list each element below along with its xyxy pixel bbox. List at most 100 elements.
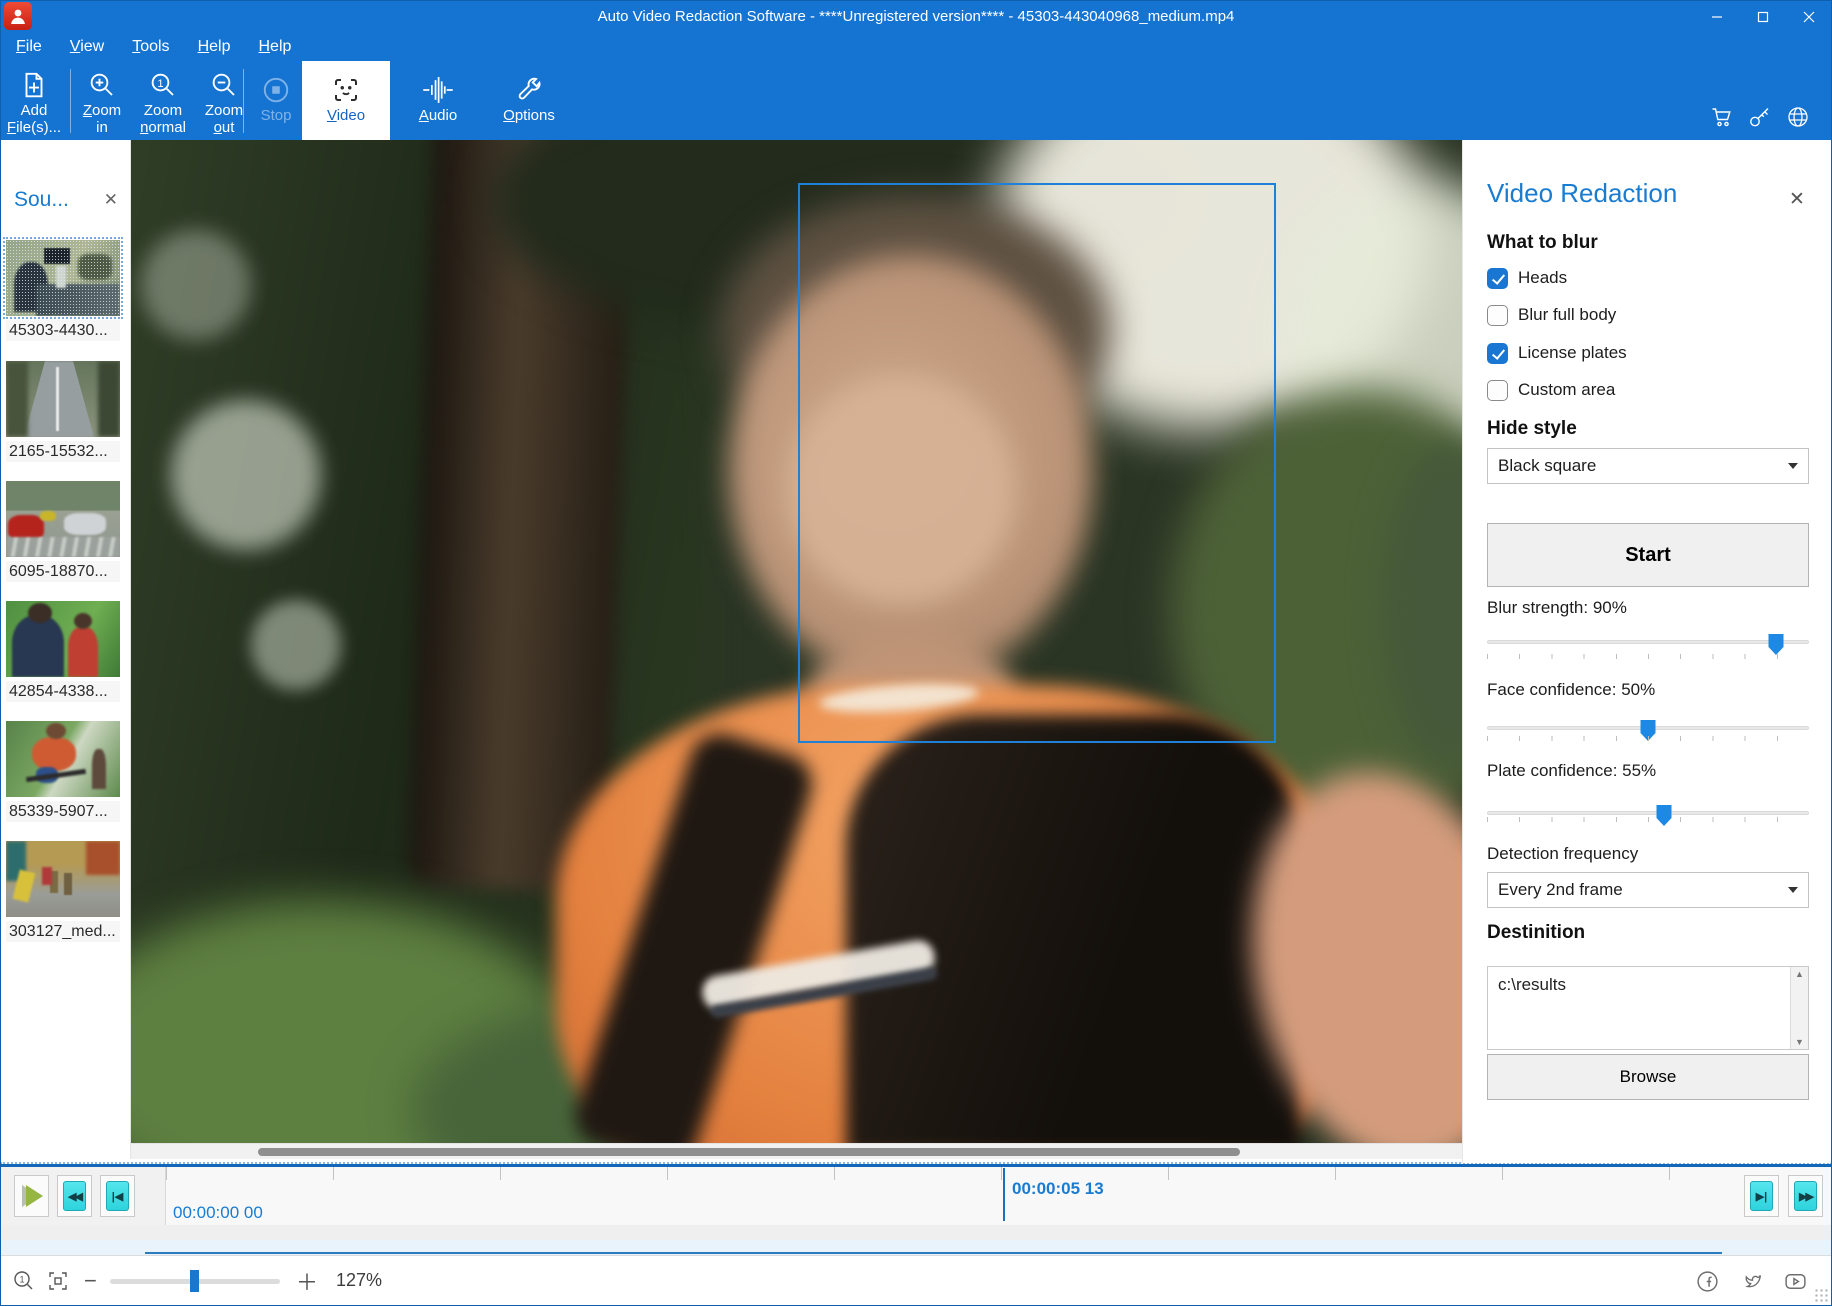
globe-icon[interactable]: [1786, 105, 1810, 129]
source-thumbnail[interactable]: [6, 601, 120, 677]
checkbox-label: Custom area: [1518, 380, 1615, 400]
source-item[interactable]: 85339-5907...: [6, 721, 124, 822]
menu-help-2[interactable]: Help: [258, 38, 291, 56]
browse-button[interactable]: Browse: [1487, 1054, 1809, 1100]
checkbox-row-heads[interactable]: Heads: [1487, 266, 1809, 290]
what-to-blur-heading: What to blur: [1487, 232, 1809, 254]
detection-frequency-value: Every 2nd frame: [1498, 880, 1623, 900]
app-window: { "window": { "title": "Auto Video Redac…: [0, 0, 1832, 1306]
maximize-button[interactable]: [1740, 0, 1786, 33]
timeline[interactable]: ◀◀ |◀ 00:00:00 00 00:00:05 13 ▶| ▶▶: [0, 1164, 1832, 1255]
license-plates-checkbox[interactable]: [1487, 343, 1508, 364]
blur-strength-slider[interactable]: [1487, 640, 1809, 644]
timeline-ruler[interactable]: [166, 1167, 1832, 1180]
checkbox-row-custom-area[interactable]: Custom area: [1487, 378, 1809, 402]
skip-to-start-icon: |◀: [106, 1181, 129, 1211]
slider-ticks: [1487, 817, 1809, 822]
detection-frequency-select[interactable]: Every 2nd frame: [1487, 872, 1809, 908]
start-button[interactable]: Start: [1487, 523, 1809, 587]
fit-to-window-icon[interactable]: [46, 1256, 70, 1306]
menu-view[interactable]: View: [70, 38, 104, 56]
view-zoom-slider[interactable]: [110, 1279, 280, 1284]
destination-textarea[interactable]: c:\results ▲ ▼: [1487, 966, 1809, 1050]
source-item[interactable]: 45303-4430...: [6, 240, 124, 341]
toolbar-separator: [243, 69, 244, 133]
destination-heading: Destinition: [1487, 922, 1809, 944]
checkbox-row-license-plates[interactable]: License plates: [1487, 341, 1809, 365]
scroll-up-icon[interactable]: ▲: [1795, 969, 1804, 979]
close-button[interactable]: [1786, 0, 1832, 33]
hide-style-select[interactable]: Black square: [1487, 448, 1809, 484]
key-icon[interactable]: [1748, 105, 1772, 129]
hide-style-value: Black square: [1498, 456, 1596, 476]
slider-thumb[interactable]: [1769, 634, 1784, 655]
source-item[interactable]: 6095-18870...: [6, 481, 124, 582]
checkbox-label: Blur full body: [1518, 305, 1616, 325]
menu-tools[interactable]: Tools: [132, 38, 169, 56]
toolbar-separator: [70, 69, 71, 133]
skip-to-end-icon: ▶|: [1750, 1181, 1773, 1211]
source-thumbnail[interactable]: [6, 361, 120, 437]
rewind-button[interactable]: ◀◀: [57, 1175, 92, 1217]
svg-text:1: 1: [19, 1275, 24, 1285]
zoom-in-button[interactable]: Zoom in: [74, 61, 130, 140]
menu-file[interactable]: File: [16, 38, 42, 56]
chevron-down-icon: [1788, 463, 1798, 469]
tab-video[interactable]: Video: [302, 61, 390, 140]
source-thumbnail[interactable]: [6, 721, 120, 797]
source-item[interactable]: 2165-15532...: [6, 361, 124, 462]
source-filename: 85339-5907...: [6, 801, 120, 822]
go-to-start-button[interactable]: |◀: [100, 1175, 135, 1217]
add-files-button[interactable]: Add File(s)...: [6, 61, 62, 140]
source-item[interactable]: 303127_med...: [6, 841, 124, 942]
video-horizontal-scrollbar[interactable]: [131, 1143, 1462, 1159]
menu-bar: File View Tools Help Help: [0, 33, 1832, 61]
checkbox-label: Heads: [1518, 268, 1567, 288]
timeline-track[interactable]: [0, 1225, 1832, 1240]
slider-thumb[interactable]: [1657, 805, 1672, 826]
tab-audio[interactable]: Audio: [402, 61, 474, 140]
playhead-cursor[interactable]: [1003, 1168, 1005, 1221]
app-logo-icon: [4, 2, 32, 30]
sources-close-icon[interactable]: ✕: [104, 190, 118, 210]
minimize-button[interactable]: [1694, 0, 1740, 33]
scrollbar-thumb[interactable]: [258, 1148, 1240, 1156]
facebook-icon[interactable]: [1695, 1256, 1720, 1306]
blur-full-body-checkbox[interactable]: [1487, 305, 1508, 326]
zoom-level-value: 127%: [336, 1270, 382, 1291]
title-bar: Auto Video Redaction Software - ****Unre…: [0, 0, 1832, 33]
twitter-icon[interactable]: [1738, 1256, 1764, 1306]
stop-button: Stop: [250, 61, 302, 140]
zoom-out-minus-button[interactable]: −: [84, 1256, 97, 1306]
blur-strength-label: Blur strength: 90%: [1487, 598, 1809, 618]
face-scan-icon: [331, 73, 361, 107]
zoom-slider-thumb[interactable]: [190, 1270, 199, 1292]
zoom-normal-button[interactable]: 1 Zoom normal: [132, 61, 194, 140]
textarea-scrollbar[interactable]: ▲ ▼: [1790, 967, 1808, 1049]
face-confidence-label: Face confidence: 50%: [1487, 680, 1809, 700]
video-preview[interactable]: [131, 140, 1462, 1143]
status-bar: 1 − ＋ 127%: [0, 1255, 1832, 1306]
play-button[interactable]: [14, 1175, 49, 1217]
plate-confidence-slider[interactable]: [1487, 811, 1809, 815]
tab-options[interactable]: Options: [486, 61, 572, 140]
source-thumbnail[interactable]: [6, 481, 120, 557]
source-thumbnail[interactable]: [6, 841, 120, 917]
face-confidence-slider[interactable]: [1487, 726, 1809, 730]
go-to-end-button[interactable]: ▶|: [1744, 1175, 1779, 1217]
youtube-icon[interactable]: [1783, 1256, 1808, 1306]
source-item[interactable]: 42854-4338...: [6, 601, 124, 702]
face-detection-box[interactable]: [798, 183, 1276, 743]
source-thumbnail[interactable]: [6, 240, 120, 316]
scroll-down-icon[interactable]: ▼: [1795, 1037, 1804, 1047]
menu-help[interactable]: Help: [198, 38, 231, 56]
zoom-actual-size-icon[interactable]: 1: [12, 1256, 36, 1306]
heads-checkbox[interactable]: [1487, 268, 1508, 289]
checkbox-row-full-body[interactable]: Blur full body: [1487, 303, 1809, 327]
resize-grip[interactable]: [1814, 1288, 1828, 1302]
fast-forward-button[interactable]: ▶▶: [1788, 1175, 1823, 1217]
zoom-in-plus-button[interactable]: ＋: [296, 1256, 318, 1306]
custom-area-checkbox[interactable]: [1487, 380, 1508, 401]
cart-icon[interactable]: [1710, 105, 1734, 129]
panel-close-icon[interactable]: ✕: [1789, 188, 1805, 211]
